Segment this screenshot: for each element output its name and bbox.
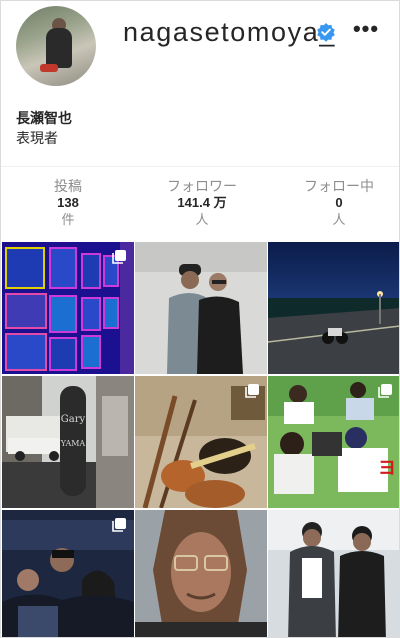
post-image <box>135 510 267 637</box>
post-thumbnail[interactable] <box>268 242 399 374</box>
profile-bio: 長瀬智也 表現者 <box>16 109 72 147</box>
stat-value: 0 <box>335 195 343 210</box>
post-thumbnail[interactable] <box>135 510 267 637</box>
svg-text:YAMA: YAMA <box>60 439 86 448</box>
stat-label: フォロワー <box>167 178 237 194</box>
more-options-icon[interactable]: ••• <box>351 14 381 44</box>
post-image <box>135 242 267 374</box>
svg-text:Gary: Gary <box>61 414 86 425</box>
multi-post-icon <box>245 384 259 398</box>
post-image: Gary YAMA <box>2 376 134 508</box>
profile-header: nagasetomoya_ ••• <box>1 1 399 101</box>
post-thumbnail[interactable]: ヨ <box>268 376 399 508</box>
svg-text:ヨ: ヨ <box>378 458 396 479</box>
stat-label: 投稿 <box>54 178 82 194</box>
post-thumbnail[interactable] <box>135 376 267 508</box>
multi-post-icon <box>378 384 392 398</box>
post-image <box>268 242 399 374</box>
avatar-shoe <box>40 64 58 72</box>
stat-value: 141.4 万 <box>177 195 227 210</box>
avatar-figure <box>46 28 72 68</box>
stat-posts[interactable]: 投稿 138 件 <box>13 177 123 229</box>
post-grid: Gary YAMA ヨ <box>1 241 399 637</box>
multi-post-icon <box>112 518 126 532</box>
profile-stats: 投稿 138 件 フォロワー 141.4 万 人 フォロー中 0 人 <box>1 166 399 237</box>
profile-username: nagasetomoya_ <box>123 17 336 47</box>
multi-post-icon <box>112 250 126 264</box>
profile-page: nagasetomoya_ ••• 長瀬智也 表現者 投稿 138 件 フォロワ… <box>0 0 400 638</box>
post-thumbnail[interactable] <box>135 242 267 374</box>
post-image <box>268 510 399 637</box>
post-thumbnail[interactable] <box>268 510 399 637</box>
stat-unit: 人 <box>332 212 346 227</box>
display-name: 長瀬智也 <box>16 110 72 126</box>
stat-label: フォロー中 <box>304 178 374 194</box>
profile-avatar[interactable] <box>16 6 96 86</box>
stat-value: 138 <box>57 195 79 210</box>
post-thumbnail[interactable] <box>2 510 134 637</box>
verified-badge-icon <box>317 23 335 42</box>
post-thumbnail[interactable] <box>2 242 134 374</box>
stat-unit: 件 <box>61 212 75 227</box>
post-thumbnail[interactable]: Gary YAMA <box>2 376 134 508</box>
bio-text: 表現者 <box>16 130 58 146</box>
stat-followers[interactable]: フォロワー 141.4 万 人 <box>147 177 257 229</box>
stat-following[interactable]: フォロー中 0 人 <box>284 177 394 229</box>
stat-unit: 人 <box>195 212 209 227</box>
